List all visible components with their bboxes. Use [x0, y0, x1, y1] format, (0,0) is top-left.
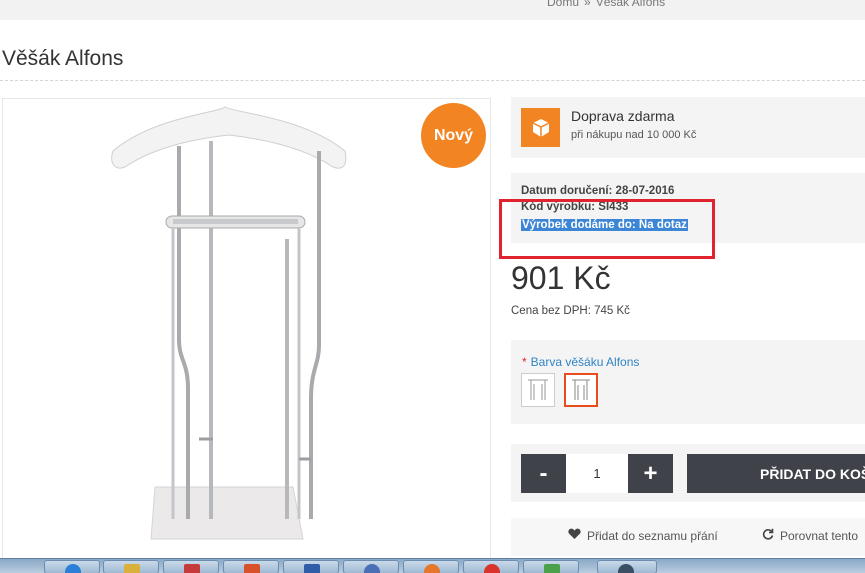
swatch-chrome[interactable]: [564, 373, 598, 407]
breadcrumb-current: Věšák Alfons: [595, 0, 666, 9]
price: 901 Kč: [511, 260, 611, 296]
breadcrumb-home-link[interactable]: Domů: [547, 0, 579, 9]
quantity-increase-button[interactable]: +: [628, 454, 673, 493]
variant-selector: * Barva věšáku Alfons: [511, 340, 865, 424]
windows-taskbar: [0, 558, 865, 573]
product-actions: Přidat do seznamu přání Porovnat tento: [511, 518, 865, 556]
product-image[interactable]: [2, 98, 491, 573]
price-without-vat: Cena bez DPH: 745 Kč: [511, 305, 630, 317]
firefox-icon[interactable]: [343, 560, 399, 573]
add-to-cart-panel: - + PŘIDAT DO KOŠÍKU: [511, 444, 865, 502]
explorer-icon[interactable]: [103, 560, 159, 573]
add-to-cart-button[interactable]: PŘIDAT DO KOŠÍKU: [687, 454, 865, 493]
top-bar: Domů » Věšák Alfons: [0, 0, 865, 20]
heart-icon: [568, 528, 581, 543]
highlight-box: [499, 199, 715, 259]
shipping-info: Doprava zdarma při nákupu nad 10 000 Kč: [511, 97, 865, 158]
title-divider: [0, 80, 865, 81]
wishlist-label: Přidat do seznamu přání: [587, 528, 718, 543]
quantity-decrease-button[interactable]: -: [521, 454, 566, 493]
word-icon[interactable]: [223, 560, 279, 573]
app-icon-2[interactable]: [523, 560, 579, 573]
new-badge: Nový: [421, 103, 486, 168]
refresh-icon: [762, 528, 774, 543]
ie-icon[interactable]: [44, 560, 100, 573]
acrobat-icon[interactable]: [163, 560, 219, 573]
breadcrumb-separator: »: [584, 0, 591, 9]
compare-link[interactable]: Porovnat tento: [762, 528, 858, 543]
required-mark: *: [522, 355, 527, 369]
swatch-white[interactable]: [521, 373, 555, 407]
app-icon[interactable]: [463, 560, 519, 573]
add-to-wishlist-link[interactable]: Přidat do seznamu přání: [568, 528, 718, 543]
chrome-icon[interactable]: [403, 560, 459, 573]
breadcrumb: Domů » Věšák Alfons: [547, 0, 665, 9]
coat-valet-stand-image: [111, 106, 347, 540]
box-icon: [521, 108, 560, 147]
product-title: Věšák Alfons: [2, 47, 124, 70]
app-icon-3[interactable]: [597, 560, 657, 573]
shipping-subtitle: při nákupu nad 10 000 Kč: [571, 129, 697, 141]
variant-label-text: Barva věšáku Alfons: [530, 355, 640, 369]
white-valet-thumbnail: [526, 378, 550, 402]
variant-label: * Barva věšáku Alfons: [522, 355, 639, 369]
network-icon[interactable]: [283, 560, 339, 573]
shipping-title: Doprava zdarma: [571, 108, 675, 124]
chrome-valet-thumbnail: [569, 378, 593, 402]
quantity-input[interactable]: [566, 454, 628, 493]
compare-label: Porovnat tento: [780, 528, 859, 543]
delivery-date: Datum doručení: 28-07-2016: [521, 185, 675, 197]
